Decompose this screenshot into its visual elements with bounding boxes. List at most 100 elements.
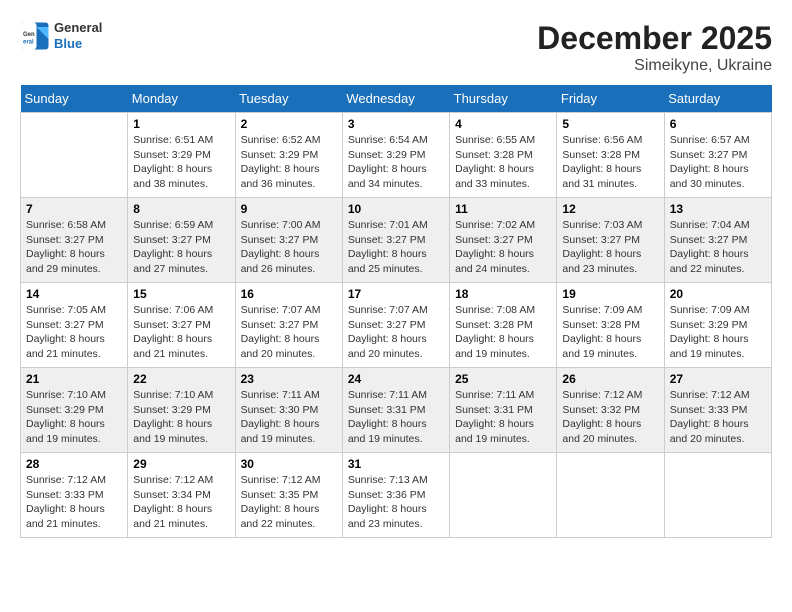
day-info: Sunrise: 7:10 AMSunset: 3:29 PMDaylight:…: [133, 388, 229, 447]
header-saturday: Saturday: [664, 85, 771, 113]
table-row: 8 Sunrise: 6:59 AMSunset: 3:27 PMDaylight…: [128, 198, 235, 283]
header-thursday: Thursday: [450, 85, 557, 113]
day-info: Sunrise: 6:57 AMSunset: 3:27 PMDaylight:…: [670, 133, 766, 192]
table-row: [557, 453, 664, 538]
header-sunday: Sunday: [21, 85, 128, 113]
day-info: Sunrise: 7:11 AMSunset: 3:31 PMDaylight:…: [348, 388, 444, 447]
table-row: 6 Sunrise: 6:57 AMSunset: 3:27 PMDaylight…: [664, 113, 771, 198]
day-info: Sunrise: 6:58 AMSunset: 3:27 PMDaylight:…: [26, 218, 122, 277]
table-row: 29 Sunrise: 7:12 AMSunset: 3:34 PMDayligh…: [128, 453, 235, 538]
day-number: 21: [26, 372, 122, 386]
day-info: Sunrise: 7:12 AMSunset: 3:33 PMDaylight:…: [670, 388, 766, 447]
table-row: 18Sunrise: 7:08 AMSunset: 3:28 PMDayligh…: [450, 283, 557, 368]
day-number: 14: [26, 287, 122, 301]
table-row: 31 Sunrise: 7:13 AMSunset: 3:36 PMDayligh…: [342, 453, 449, 538]
svg-text:Gen: Gen: [23, 32, 35, 38]
table-row: 10Sunrise: 7:01 AMSunset: 3:27 PMDayligh…: [342, 198, 449, 283]
day-info: Sunrise: 7:09 AMSunset: 3:29 PMDaylight:…: [670, 303, 766, 362]
logo: Gen eral General Blue: [20, 20, 102, 51]
table-row: 28 Sunrise: 7:12 AMSunset: 3:33 PMDayligh…: [21, 453, 128, 538]
day-info: Sunrise: 7:05 AMSunset: 3:27 PMDaylight:…: [26, 303, 122, 362]
table-row: 25 Sunrise: 7:11 AMSunset: 3:31 PMDayligh…: [450, 368, 557, 453]
day-info: Sunrise: 7:10 AMSunset: 3:29 PMDaylight:…: [26, 388, 122, 447]
table-row: 7 Sunrise: 6:58 AMSunset: 3:27 PMDaylight…: [21, 198, 128, 283]
month-title: December 2025: [537, 20, 772, 57]
day-number: 27: [670, 372, 766, 386]
table-row: 4Sunrise: 6:55 AMSunset: 3:28 PMDaylight…: [450, 113, 557, 198]
table-row: 22 Sunrise: 7:10 AMSunset: 3:29 PMDayligh…: [128, 368, 235, 453]
location-title: Simeikyne, Ukraine: [537, 57, 772, 75]
svg-text:eral: eral: [23, 39, 34, 45]
table-row: 24Sunrise: 7:11 AMSunset: 3:31 PMDayligh…: [342, 368, 449, 453]
calendar-row: 28 Sunrise: 7:12 AMSunset: 3:33 PMDayligh…: [21, 453, 772, 538]
day-info: Sunrise: 7:12 AMSunset: 3:34 PMDaylight:…: [133, 473, 229, 532]
page-header: Gen eral General Blue December 2025 Sime…: [20, 20, 772, 75]
day-number: 20: [670, 287, 766, 301]
day-number: 4: [455, 117, 551, 131]
day-number: 5: [562, 117, 658, 131]
table-row: [664, 453, 771, 538]
day-info: Sunrise: 6:59 AMSunset: 3:27 PMDaylight:…: [133, 218, 229, 277]
day-info: Sunrise: 6:56 AMSunset: 3:28 PMDaylight:…: [562, 133, 658, 192]
day-info: Sunrise: 7:11 AMSunset: 3:30 PMDaylight:…: [241, 388, 337, 447]
day-number: 8: [133, 202, 229, 216]
day-info: Sunrise: 7:11 AMSunset: 3:31 PMDaylight:…: [455, 388, 551, 447]
day-info: Sunrise: 7:02 AMSunset: 3:27 PMDaylight:…: [455, 218, 551, 277]
table-row: 12Sunrise: 7:03 AMSunset: 3:27 PMDayligh…: [557, 198, 664, 283]
logo-general: General: [54, 20, 102, 36]
day-number: 28: [26, 457, 122, 471]
day-number: 30: [241, 457, 337, 471]
day-number: 29: [133, 457, 229, 471]
table-row: [21, 113, 128, 198]
table-row: 20 Sunrise: 7:09 AMSunset: 3:29 PMDayligh…: [664, 283, 771, 368]
calendar-row: 1Sunrise: 6:51 AMSunset: 3:29 PMDaylight…: [21, 113, 772, 198]
table-row: 21 Sunrise: 7:10 AMSunset: 3:29 PMDayligh…: [21, 368, 128, 453]
day-number: 19: [562, 287, 658, 301]
day-info: Sunrise: 6:54 AMSunset: 3:29 PMDaylight:…: [348, 133, 444, 192]
table-row: 3Sunrise: 6:54 AMSunset: 3:29 PMDaylight…: [342, 113, 449, 198]
table-row: [450, 453, 557, 538]
table-row: 13 Sunrise: 7:04 AMSunset: 3:27 PMDayligh…: [664, 198, 771, 283]
day-info: Sunrise: 7:04 AMSunset: 3:27 PMDaylight:…: [670, 218, 766, 277]
table-row: 1Sunrise: 6:51 AMSunset: 3:29 PMDaylight…: [128, 113, 235, 198]
header-monday: Monday: [128, 85, 235, 113]
day-info: Sunrise: 7:12 AMSunset: 3:35 PMDaylight:…: [241, 473, 337, 532]
day-info: Sunrise: 7:12 AMSunset: 3:32 PMDaylight:…: [562, 388, 658, 447]
day-number: 16: [241, 287, 337, 301]
logo-blue: Blue: [54, 36, 102, 52]
table-row: 17Sunrise: 7:07 AMSunset: 3:27 PMDayligh…: [342, 283, 449, 368]
logo-icon: Gen eral: [20, 21, 50, 51]
day-info: Sunrise: 6:52 AMSunset: 3:29 PMDaylight:…: [241, 133, 337, 192]
day-number: 18: [455, 287, 551, 301]
day-number: 6: [670, 117, 766, 131]
table-row: 26Sunrise: 7:12 AMSunset: 3:32 PMDayligh…: [557, 368, 664, 453]
day-number: 15: [133, 287, 229, 301]
calendar-table: Sunday Monday Tuesday Wednesday Thursday…: [20, 85, 772, 538]
day-info: Sunrise: 6:51 AMSunset: 3:29 PMDaylight:…: [133, 133, 229, 192]
weekday-header-row: Sunday Monday Tuesday Wednesday Thursday…: [21, 85, 772, 113]
table-row: 14 Sunrise: 7:05 AMSunset: 3:27 PMDayligh…: [21, 283, 128, 368]
table-row: 19 Sunrise: 7:09 AMSunset: 3:28 PMDayligh…: [557, 283, 664, 368]
day-info: Sunrise: 7:09 AMSunset: 3:28 PMDaylight:…: [562, 303, 658, 362]
day-info: Sunrise: 7:12 AMSunset: 3:33 PMDaylight:…: [26, 473, 122, 532]
day-info: Sunrise: 7:07 AMSunset: 3:27 PMDaylight:…: [348, 303, 444, 362]
day-info: Sunrise: 7:13 AMSunset: 3:36 PMDaylight:…: [348, 473, 444, 532]
day-info: Sunrise: 7:06 AMSunset: 3:27 PMDaylight:…: [133, 303, 229, 362]
header-wednesday: Wednesday: [342, 85, 449, 113]
day-info: Sunrise: 7:03 AMSunset: 3:27 PMDaylight:…: [562, 218, 658, 277]
table-row: 9Sunrise: 7:00 AMSunset: 3:27 PMDaylight…: [235, 198, 342, 283]
day-number: 25: [455, 372, 551, 386]
day-info: Sunrise: 7:07 AMSunset: 3:27 PMDaylight:…: [241, 303, 337, 362]
day-number: 22: [133, 372, 229, 386]
header-tuesday: Tuesday: [235, 85, 342, 113]
day-number: 31: [348, 457, 444, 471]
calendar-row: 14 Sunrise: 7:05 AMSunset: 3:27 PMDayligh…: [21, 283, 772, 368]
table-row: 30 Sunrise: 7:12 AMSunset: 3:35 PMDayligh…: [235, 453, 342, 538]
day-number: 7: [26, 202, 122, 216]
day-number: 2: [241, 117, 337, 131]
table-row: 27 Sunrise: 7:12 AMSunset: 3:33 PMDayligh…: [664, 368, 771, 453]
table-row: 5 Sunrise: 6:56 AMSunset: 3:28 PMDaylight…: [557, 113, 664, 198]
day-number: 13: [670, 202, 766, 216]
title-block: December 2025 Simeikyne, Ukraine: [537, 20, 772, 75]
calendar-row: 7 Sunrise: 6:58 AMSunset: 3:27 PMDaylight…: [21, 198, 772, 283]
